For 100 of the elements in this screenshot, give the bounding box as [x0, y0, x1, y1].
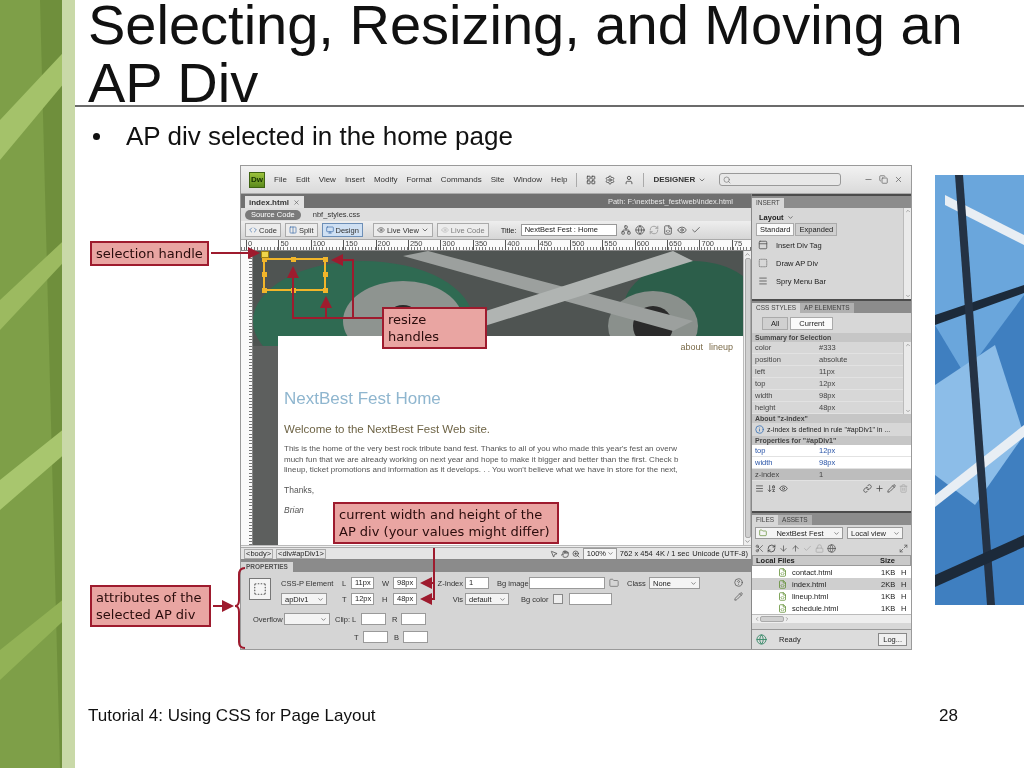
caret-icon — [499, 595, 506, 603]
scroll-down-icon — [904, 408, 911, 414]
edit-icon[interactable] — [734, 592, 743, 601]
bullet-icon — [93, 132, 100, 140]
menu-item[interactable]: File — [274, 175, 287, 184]
scroll-down-icon — [744, 538, 751, 545]
paragraph-line: much fun that we are already working on next year and hope to make it bigger and better than the first. Check b — [284, 454, 679, 465]
paragraph-line: lineup, ticket promotions and information as it develops. . . You won't believe what we have in store for the next, — [284, 465, 679, 476]
menu-item[interactable]: Help — [550, 175, 568, 184]
folder-icon[interactable] — [609, 578, 619, 588]
hand-icon[interactable] — [560, 549, 569, 558]
document-tab[interactable]: index.html — [245, 196, 304, 208]
settings-icon[interactable] — [605, 174, 616, 185]
zoom-icon[interactable] — [571, 549, 580, 558]
nav-link[interactable]: lineup — [708, 342, 733, 352]
file-icon — [778, 579, 787, 589]
page-number: 28 — [939, 706, 958, 726]
menu-item[interactable]: Insert — [344, 175, 365, 184]
caret-icon — [320, 615, 327, 623]
caret-icon — [690, 579, 697, 587]
get-icon[interactable] — [779, 543, 788, 553]
restore-icon[interactable] — [879, 175, 888, 184]
insert-icon — [758, 276, 768, 286]
scroll-right-icon — [784, 616, 790, 622]
menu-item[interactable]: Site — [490, 175, 505, 184]
caret-icon — [317, 595, 324, 603]
eye-icon — [440, 226, 449, 234]
scrollbar[interactable] — [752, 614, 911, 623]
footer-text: Tutorial 4: Using CSS for Page Layout — [88, 706, 376, 726]
caret-icon — [833, 529, 840, 537]
scrollbar[interactable] — [903, 208, 911, 299]
overflow-dropdown[interactable] — [284, 613, 330, 625]
pointer-icon[interactable] — [549, 549, 558, 558]
menu-item[interactable]: Commands — [440, 175, 482, 184]
link-icon — [863, 483, 872, 493]
clip-field[interactable] — [401, 613, 426, 625]
close-icon[interactable] — [293, 198, 300, 206]
view-icon — [249, 226, 257, 234]
eye-icon — [376, 226, 385, 234]
menu-item[interactable]: Format — [406, 175, 432, 184]
callout: selection handle — [90, 241, 209, 266]
color-swatch[interactable] — [553, 594, 563, 604]
callout: current width and height of the AP div (your values might differ) — [333, 502, 559, 544]
caret-icon — [786, 214, 794, 221]
globe-icon[interactable] — [634, 225, 645, 235]
callout: resize handles — [382, 307, 487, 349]
check-out-icon[interactable] — [803, 543, 812, 553]
clip-field[interactable] — [363, 631, 388, 643]
search-icon — [723, 175, 732, 184]
file-icon — [778, 603, 787, 613]
paragraph-line: This is the home of the very best rock tribute band fest. Thanks to all of you who made this year's fest an overw — [284, 444, 679, 455]
refresh-icon[interactable] — [767, 543, 776, 553]
leader-line — [210, 247, 260, 259]
check-icon[interactable] — [690, 225, 701, 235]
sort-icon — [767, 483, 776, 493]
file-icon — [778, 567, 787, 577]
view-icon — [325, 226, 334, 234]
menu-item[interactable]: View — [318, 175, 336, 184]
page-heading: NextBest Fest Home — [284, 389, 441, 409]
app-logo: Dw — [249, 171, 265, 188]
close-icon[interactable] — [894, 175, 903, 184]
bg-color-field[interactable] — [569, 593, 612, 605]
workspace-switcher[interactable]: DESIGNER — [653, 175, 707, 184]
signature: Brian — [284, 504, 304, 515]
scrollbar[interactable] — [743, 251, 751, 545]
folder-icon — [759, 529, 767, 537]
scroll-up-icon — [904, 342, 911, 348]
closing-text: Thanks, — [284, 484, 315, 495]
info-icon — [755, 425, 764, 434]
scroll-up-icon — [904, 208, 911, 214]
new-rule-icon — [875, 483, 884, 493]
file-icon — [778, 591, 787, 601]
put-icon[interactable] — [791, 543, 800, 553]
insert-icon — [758, 240, 768, 250]
user-icon[interactable] — [624, 174, 635, 185]
caret-icon — [420, 226, 429, 234]
expand-icon[interactable] — [899, 543, 908, 553]
ap-div-selection[interactable] — [263, 258, 326, 291]
scroll-up-icon — [744, 251, 751, 258]
callout: attributes of the selected AP div — [90, 585, 211, 627]
layout-icon[interactable] — [586, 174, 597, 185]
menu-item[interactable]: Window — [513, 175, 542, 184]
scroll-left-icon — [754, 616, 760, 622]
scroll-down-icon — [904, 293, 911, 299]
nav-link[interactable]: about — [680, 342, 703, 352]
selection-handle[interactable] — [261, 251, 269, 258]
caret-icon — [893, 529, 900, 537]
slide-title: Selecting, Resizing, and Moving an AP Div — [88, 0, 964, 112]
clip-field[interactable] — [403, 631, 428, 643]
scrollbar-thumb[interactable] — [760, 616, 784, 622]
help-icon[interactable] — [734, 578, 743, 587]
bg-image-field[interactable] — [529, 577, 605, 589]
menu-item[interactable]: Modify — [373, 175, 398, 184]
search-field[interactable] — [719, 173, 842, 186]
clip-field[interactable] — [361, 613, 386, 625]
trash-icon — [899, 483, 908, 493]
scrollbar[interactable] — [903, 342, 911, 414]
bullet-text: AP div selected in the home page — [126, 120, 513, 152]
caret-icon — [606, 550, 614, 557]
menu-item[interactable]: Edit — [295, 175, 310, 184]
